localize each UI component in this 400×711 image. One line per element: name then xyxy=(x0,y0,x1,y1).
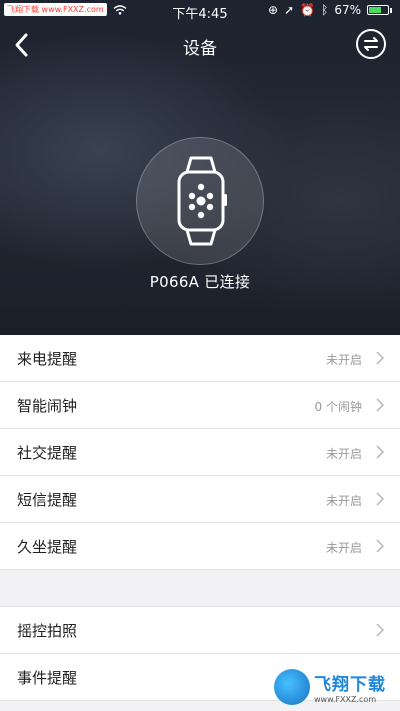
row-value: 未开启 xyxy=(325,447,362,461)
settings-row-sms-reminder[interactable]: 短信提醒 未开启 xyxy=(0,476,400,523)
device-avatar[interactable] xyxy=(136,137,264,265)
chevron-right-icon xyxy=(376,351,384,365)
alarm-icon: ⏰ xyxy=(300,3,316,17)
chevron-right-icon xyxy=(376,492,384,506)
watermark: 飞翔下载 www.FXXZ.com xyxy=(274,665,394,709)
row-label: 事件提醒 xyxy=(17,669,78,687)
status-right: ⊕ ➚ ⏰ ᛒ 67% xyxy=(268,3,392,17)
row-label: 来电提醒 xyxy=(17,350,78,368)
settings-list: 来电提醒 未开启 智能闹钟 0 个闹钟 社交提醒 未开启 短信提醒 未开启 久坐… xyxy=(0,335,400,701)
settings-row-call-reminder[interactable]: 来电提醒 未开启 xyxy=(0,335,400,382)
battery-percent: 67% xyxy=(334,3,361,17)
settings-row-social-reminder[interactable]: 社交提醒 未开启 xyxy=(0,429,400,476)
row-label: 久坐提醒 xyxy=(17,538,78,556)
bluetooth-icon: ᛒ xyxy=(321,3,329,17)
watermark-title: 飞翔下载 xyxy=(314,675,386,695)
swap-arrows-icon xyxy=(364,37,378,51)
settings-row-remote-photo[interactable]: 摇控拍照 xyxy=(0,607,400,654)
watermark-logo-icon xyxy=(274,669,310,705)
page-title: 设备 xyxy=(183,39,217,59)
battery-tip xyxy=(390,7,392,13)
chevron-right-icon xyxy=(376,539,384,553)
row-label: 社交提醒 xyxy=(17,444,78,462)
row-value: 未开启 xyxy=(325,353,362,367)
battery-fill xyxy=(369,7,381,13)
row-label: 智能闹钟 xyxy=(17,397,78,415)
watermark-text: 飞翔下载 www.FXXZ.com xyxy=(314,670,386,704)
section-divider xyxy=(0,570,400,607)
settings-row-sedentary-reminder[interactable]: 久坐提醒 未开启 xyxy=(0,523,400,570)
location-icon: ➚ xyxy=(284,3,295,17)
status-bar: 飞翔下载 www.FXXZ.com 下午4:45 ⊕ ➚ ⏰ ᛒ 67% xyxy=(0,0,400,22)
watermark-url: www.FXXZ.com xyxy=(314,695,377,704)
chevron-right-icon xyxy=(376,398,384,412)
nav-bar: 设备 xyxy=(0,22,400,68)
row-label: 短信提醒 xyxy=(17,491,78,509)
row-value: 未开启 xyxy=(325,541,362,555)
smartwatch-icon xyxy=(177,156,227,246)
row-label: 摇控拍照 xyxy=(17,622,78,640)
chevron-right-icon xyxy=(376,623,384,637)
rotation-lock-icon: ⊕ xyxy=(268,3,279,17)
device-connection-status: P066A 已连接 xyxy=(149,273,251,291)
chevron-right-icon xyxy=(376,445,384,459)
row-value: 未开启 xyxy=(325,494,362,508)
settings-row-smart-alarm[interactable]: 智能闹钟 0 个闹钟 xyxy=(0,382,400,429)
device-header: 飞翔下载 www.FXXZ.com 下午4:45 ⊕ ➚ ⏰ ᛒ 67% 设备 xyxy=(0,0,400,335)
row-value: 0 个闹钟 xyxy=(314,400,362,414)
swap-device-button[interactable] xyxy=(356,29,386,59)
battery-icon xyxy=(367,5,389,15)
